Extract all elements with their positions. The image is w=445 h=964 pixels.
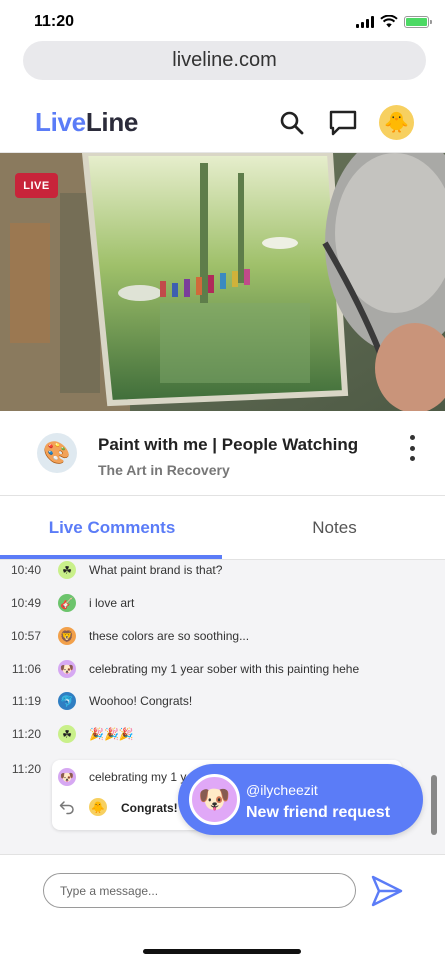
requester-avatar: 🐶 <box>189 774 240 825</box>
logo-part-line: Line <box>85 107 139 137</box>
comment-text: Woohoo! Congrats! <box>89 694 193 708</box>
duck-icon[interactable]: 🐥 <box>89 798 107 816</box>
stream-info: 🎨 Paint with me | People Watching The Ar… <box>0 411 445 496</box>
comments-scrollbar[interactable] <box>431 775 437 835</box>
dog-icon[interactable]: 🐶 <box>58 768 76 786</box>
comment-time: 10:49 <box>10 596 41 610</box>
app-header: LiveLine 🐥 <box>0 95 445 153</box>
comment-text: these colors are so soothing... <box>89 629 250 643</box>
stream-title: Paint with me | People Watching <box>98 435 359 454</box>
channel-name[interactable]: The Art in Recovery <box>98 462 230 478</box>
comment-row: 10:49 🎸 i love art <box>0 593 445 617</box>
battery-icon <box>404 15 432 28</box>
channel-avatar[interactable]: 🎨 <box>37 433 77 473</box>
comment-row: 10:57 🦁 these colors are so soothing... <box>0 626 445 650</box>
status-bar: 11:20 <box>0 0 445 44</box>
lion-icon[interactable]: 🦁 <box>58 627 76 645</box>
comment-time: 11:19 <box>11 694 41 708</box>
comment-text: i love art <box>89 596 135 610</box>
duck-icon: 🐥 <box>384 112 409 134</box>
reply-text: Congrats! <box>121 801 178 815</box>
logo[interactable]: LiveLine <box>35 107 138 138</box>
friend-request-toast[interactable]: 🐶 @ilycheezit New friend request <box>178 764 423 835</box>
url-text: liveline.com <box>172 49 277 71</box>
comment-time: 10:57 <box>10 629 41 643</box>
comment-row: 10:40 ☘ What paint brand is that? <box>0 560 445 584</box>
more-vertical-icon <box>409 435 415 440</box>
video-frame-painting <box>0 153 445 411</box>
quoted-comment-text: celebrating my 1 y <box>89 770 187 784</box>
reply-arrow-icon[interactable] <box>59 799 75 815</box>
wifi-icon <box>380 15 398 28</box>
dolphin-icon[interactable]: 🐬 <box>58 692 76 710</box>
status-icons <box>356 15 432 28</box>
comment-time: 11:06 <box>11 662 41 676</box>
user-avatar[interactable]: 🐥 <box>379 105 414 140</box>
status-time: 11:20 <box>34 13 75 30</box>
search-icon <box>280 111 304 135</box>
comment-text: What paint brand is that? <box>89 563 223 577</box>
comment-time: 11:20 <box>11 762 41 776</box>
live-video[interactable]: LIVE <box>0 153 445 411</box>
dog-icon[interactable]: 🐶 <box>58 660 76 678</box>
guitar-icon[interactable]: 🎸 <box>58 594 76 612</box>
comment-row: 11:19 🐬 Woohoo! Congrats! <box>0 691 445 715</box>
clover-icon[interactable]: ☘ <box>58 561 76 579</box>
tab-notes[interactable]: Notes <box>224 496 445 560</box>
chat-bubble-icon <box>329 110 357 136</box>
tab-live-comments[interactable]: Live Comments <box>0 496 224 560</box>
clover-icon[interactable]: ☘ <box>58 725 76 743</box>
signal-icon <box>356 15 374 28</box>
comment-text: 🎉🎉🎉 <box>89 727 134 741</box>
search-button[interactable] <box>277 108 307 138</box>
home-indicator[interactable] <box>143 949 301 954</box>
comment-row: 11:06 🐶 celebrating my 1 year sober with… <box>0 659 445 683</box>
comment-time: 10:40 <box>10 563 41 577</box>
comment-row: 11:20 ☘ 🎉🎉🎉 <box>0 724 445 748</box>
messages-button[interactable] <box>328 108 358 138</box>
tab-bar: Live Comments Notes <box>0 496 445 560</box>
logo-part-live: Live <box>35 107 86 137</box>
requester-username: @ilycheezit <box>246 782 318 798</box>
send-icon[interactable] <box>370 873 404 909</box>
more-options-button[interactable] <box>402 433 422 463</box>
active-tab-indicator <box>0 555 222 559</box>
palette-icon: 🎨 <box>43 440 71 465</box>
comment-time: 11:20 <box>11 727 41 741</box>
dog-icon: 🐶 <box>198 784 231 814</box>
live-badge: LIVE <box>15 173 58 198</box>
message-composer <box>0 854 445 964</box>
message-input[interactable] <box>43 873 356 908</box>
url-bar[interactable]: liveline.com <box>23 41 426 80</box>
toast-message: New friend request <box>246 804 391 821</box>
comment-text: celebrating my 1 year sober with this pa… <box>89 662 360 676</box>
